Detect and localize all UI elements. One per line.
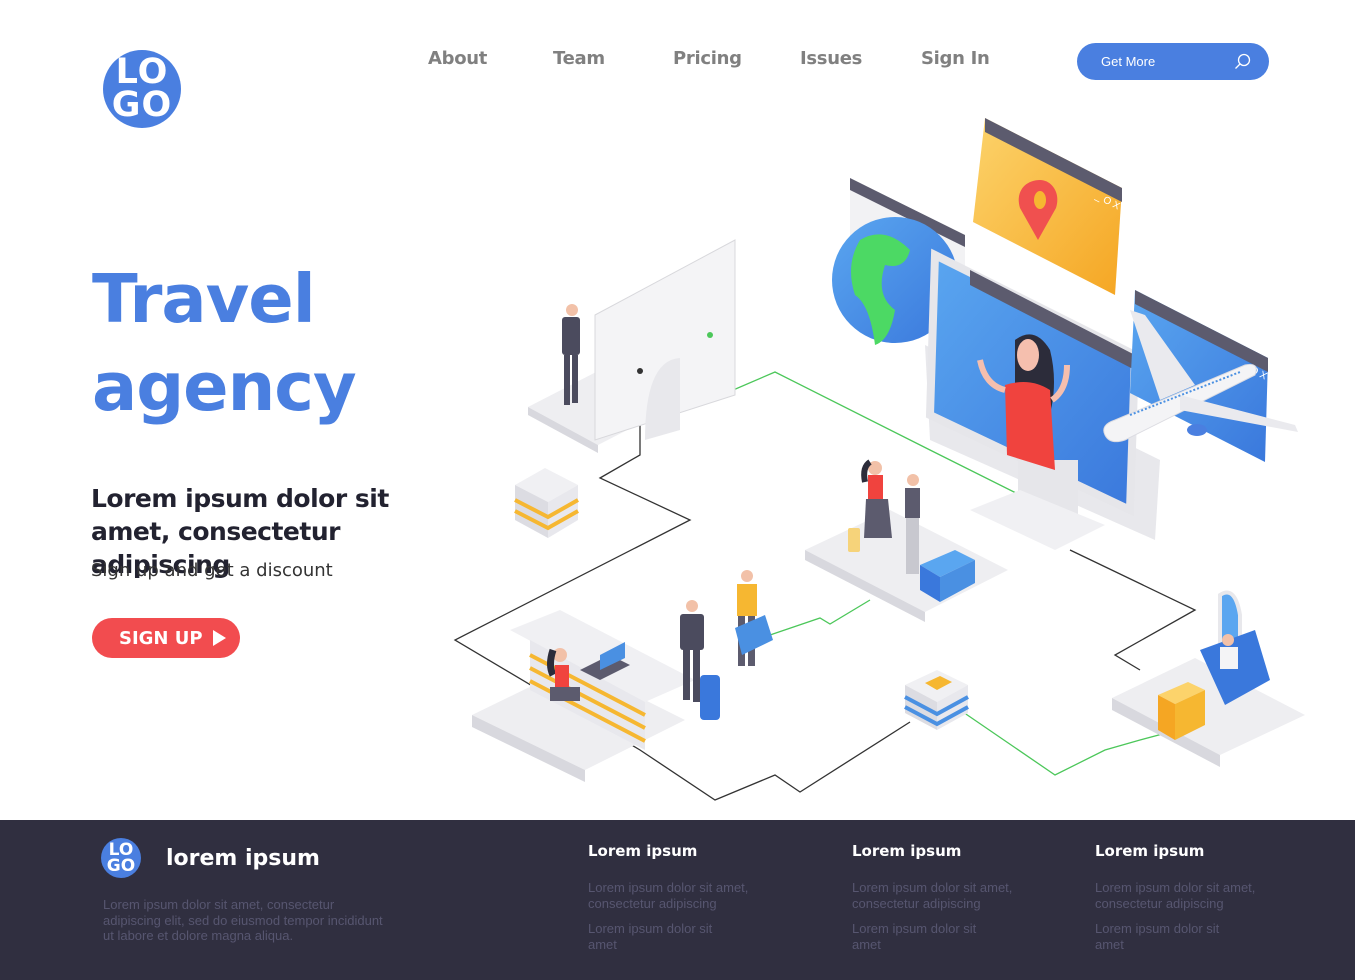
server-stack-yellow: [514, 468, 579, 538]
nav-pricing[interactable]: Pricing: [673, 48, 742, 69]
nav-issues[interactable]: Issues: [800, 48, 862, 69]
footer-column-2: Lorem ipsum Lorem ipsum dolor sit amet, …: [852, 842, 1052, 962]
line-black-right: [1069, 549, 1197, 671]
get-more-label: Get More: [1101, 54, 1156, 69]
map-pin-window: _ O X: [973, 118, 1122, 295]
porter: [735, 570, 773, 666]
footer-link[interactable]: Lorem ipsum dolor sit amet: [1095, 921, 1225, 952]
logo[interactable]: LO GO: [103, 50, 181, 128]
get-more-search-button[interactable]: Get More: [1077, 43, 1269, 80]
line-green-mid: [769, 599, 871, 636]
hero-title-line1: Travel: [92, 260, 316, 338]
nav-about[interactable]: About: [428, 48, 487, 69]
man-traveler: [905, 474, 920, 574]
footer-brand: lorem ipsum: [166, 846, 320, 871]
travel-illustration: _ O X _ O X: [453, 118, 1305, 801]
play-icon: [212, 630, 226, 646]
hero-subtext: Sign up and get a discount: [91, 560, 333, 581]
footer-link[interactable]: Lorem ipsum dolor sit amet, consectetur …: [852, 880, 1032, 911]
nav-team[interactable]: Team: [553, 48, 605, 69]
footer: LO GO lorem ipsum Lorem ipsum dolor sit …: [0, 820, 1355, 980]
server-stack-blue: [904, 670, 969, 730]
footer-link[interactable]: Lorem ipsum dolor sit amet: [588, 921, 718, 952]
footer-logo-line2: GO: [106, 856, 136, 876]
travelers-platform: [805, 459, 1008, 622]
hero-title: Travel agency: [92, 255, 357, 431]
monitor-back-platform: [528, 239, 736, 453]
reception-desk: [472, 610, 695, 782]
footer-link[interactable]: Lorem ipsum dolor sit amet: [852, 921, 982, 952]
search-icon[interactable]: [1234, 53, 1251, 70]
airplane-seat-platform: [1112, 590, 1305, 767]
footer-column-title: Lorem ipsum: [1095, 842, 1205, 860]
sign-up-label: SIGN UP: [119, 627, 203, 649]
hero-title-line2: agency: [92, 348, 357, 426]
businessman-with-suitcase: [680, 600, 720, 720]
footer-column-1: Lorem ipsum Lorem ipsum dolor sit amet, …: [588, 842, 788, 962]
footer-link[interactable]: Lorem ipsum dolor sit amet, consectetur …: [1095, 880, 1275, 911]
sign-up-button[interactable]: SIGN UP: [92, 618, 240, 658]
video-call-monitor: [925, 248, 1160, 550]
logo-text: LO GO: [103, 50, 181, 128]
footer-link[interactable]: Lorem ipsum dolor sit amet, consectetur …: [588, 880, 768, 911]
logo-line2: GO: [111, 85, 173, 125]
footer-column-title: Lorem ipsum: [852, 842, 962, 860]
nav-sign-in[interactable]: Sign In: [921, 48, 990, 69]
footer-logo[interactable]: LO GO: [101, 838, 141, 878]
footer-description: Lorem ipsum dolor sit amet, consectetur …: [103, 897, 383, 943]
footer-column-title: Lorem ipsum: [588, 842, 698, 860]
footer-column-3: Lorem ipsum Lorem ipsum dolor sit amet, …: [1095, 842, 1295, 962]
